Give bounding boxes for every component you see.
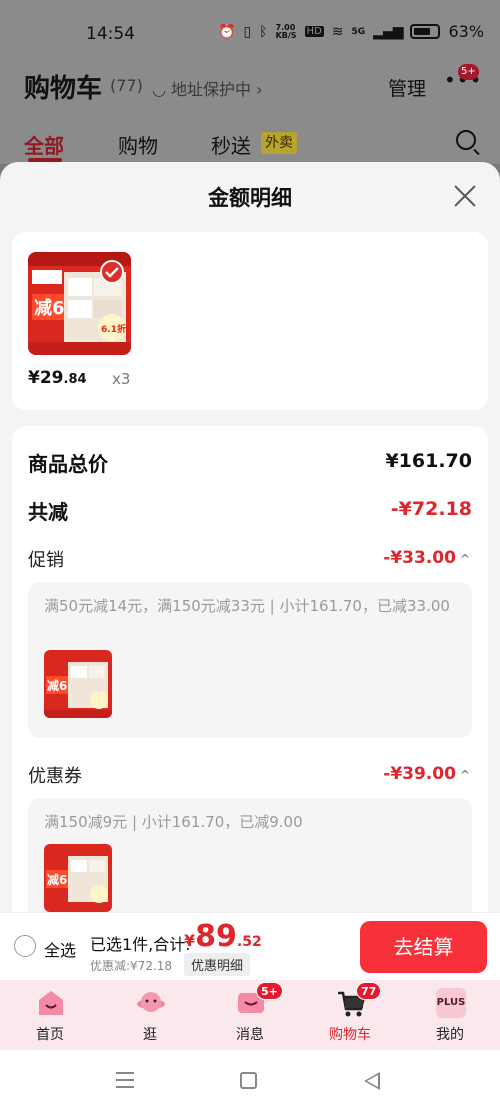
item-quantity: x3 [112,370,131,388]
item-card: 减63 6.1折 ¥29.84 x3 [12,232,488,410]
page-title: 购物车 [24,74,103,104]
coupon-toggle[interactable]: -¥39.00 ^ [383,764,470,784]
hd-icon: HD [304,26,324,37]
search-icon[interactable] [456,130,476,150]
network-speed: 7.00 KB/S [275,22,297,40]
tab-mine-label: 我的 [436,1027,464,1043]
chevron-up-icon: ^ [459,552,470,566]
tab-home-label: 首页 [36,1027,64,1043]
tab-mine[interactable]: PLUS 我的 [400,980,500,1050]
signal-icon: 5G [351,26,366,37]
coupon-value: -¥39.00 [383,764,456,784]
tab-shopping[interactable]: 购物 [118,130,158,159]
selected-summary: 已选1件,合计: [90,935,191,954]
explore-icon [137,992,165,1012]
chevron-up-icon: ^ [459,768,470,782]
home-icon [39,991,63,1015]
alarm-icon: ⏰ [218,23,236,40]
coupon-desc: 满150减9元 | 小计161.70，已减9.00 [44,813,303,831]
cart-badge: 77 [356,982,382,1000]
bottom-tabbar: 首页 逛 消息 5+ 购物车 77 PLUS 我的 [0,980,500,1050]
coupon-product-image: 减63 [44,844,112,912]
price-detail-card: 商品总价 ¥161.70 共减 -¥72.18 促销 -¥33.00 ^ 满50元… [12,426,488,912]
tab-express[interactable]: 秒送 [211,130,251,159]
status-time: 14:54 [86,24,135,44]
address-label: 地址保护中 › [171,80,263,99]
close-icon[interactable] [452,182,478,208]
promo-value: -¥33.00 [383,548,456,568]
battery-percent: 63% [448,22,485,41]
wifi-icon: ≋ [331,23,344,40]
back-icon[interactable] [364,1072,380,1090]
promo-product-image: 减63 [44,650,112,718]
tab-home[interactable]: 首页 [0,980,100,1050]
product-image[interactable]: 减63 6.1折 [28,252,131,355]
tab-cart-label: 购物车 [329,1027,371,1043]
checkout-button[interactable]: 去结算 [360,921,487,973]
total-value: ¥161.70 [385,450,472,472]
cart-count: (77) [110,76,143,95]
checkout-bar: 全选 已选1件,合计: ¥89.52 优惠减:¥72.18 优惠明细 去结算 [0,912,500,980]
vibrate-icon: ▯ [243,23,252,40]
amount-detail-sheet: 金额明细 减63 6.1折 ¥29.84 x3 商品总价 ¥161.70 共减 … [0,162,500,912]
tab-message-label: 消息 [236,1027,264,1043]
more-badge: 5+ [458,64,479,80]
menu-icon[interactable] [116,1072,134,1088]
svg-text:6.1折: 6.1折 [101,323,126,335]
reduce-value: -¥72.18 [390,498,472,520]
bluetooth-icon: ᛒ [259,23,268,40]
discount-detail-button[interactable]: 优惠明细 [184,953,251,976]
plus-member-icon: PLUS [436,988,466,1018]
total-price: ¥89.52 [184,919,262,954]
manage-button[interactable]: 管理 [388,74,426,101]
discount-summary: 优惠减:¥72.18 [90,959,173,973]
address-protection[interactable]: ◡ 地址保护中 › [152,76,263,100]
sheet-title: 金额明细 [208,186,292,210]
status-bar: 14:54 ⏰ ▯ ᛒ 7.00 KB/S HD ≋ 5G ▂▄▆ 63% [0,0,500,64]
total-label: 商品总价 [28,452,108,476]
tab-cart[interactable]: 购物车 77 [300,980,400,1050]
tab-explore-label: 逛 [143,1027,157,1043]
promo-toggle[interactable]: -¥33.00 ^ [383,548,470,568]
coupon-panel: 满150减9元 | 小计161.70，已减9.00 减63 [28,798,472,912]
promo-desc: 满50元减14元，满150元减33元 | 小计161.70，已减33.00 [44,597,450,615]
system-navbar [0,1050,500,1111]
promo-label: 促销 [28,550,64,571]
tab-all[interactable]: 全部 [24,130,64,159]
status-icons: ⏰ ▯ ᛒ 7.00 KB/S HD ≋ 5G ▂▄▆ 63% [218,22,484,41]
promo-panel: 满50元减14元，满150元减33元 | 小计161.70，已减33.00 减6… [28,582,472,738]
home-button-icon[interactable] [240,1072,257,1089]
message-badge: 5+ [256,982,283,1000]
reduce-label: 共减 [28,500,68,524]
tab-explore[interactable]: 逛 [100,980,200,1050]
takeout-tag: 外卖 [261,132,297,154]
select-all-checkbox[interactable] [14,935,36,957]
battery-icon [410,24,441,39]
item-price: ¥29.84 [28,368,87,388]
tab-message[interactable]: 消息 5+ [200,980,300,1050]
signal-bars-icon: ▂▄▆ [373,23,403,40]
shield-icon: ◡ [152,80,172,99]
select-all-label[interactable]: 全选 [44,937,76,961]
coupon-label: 优惠券 [28,766,82,787]
